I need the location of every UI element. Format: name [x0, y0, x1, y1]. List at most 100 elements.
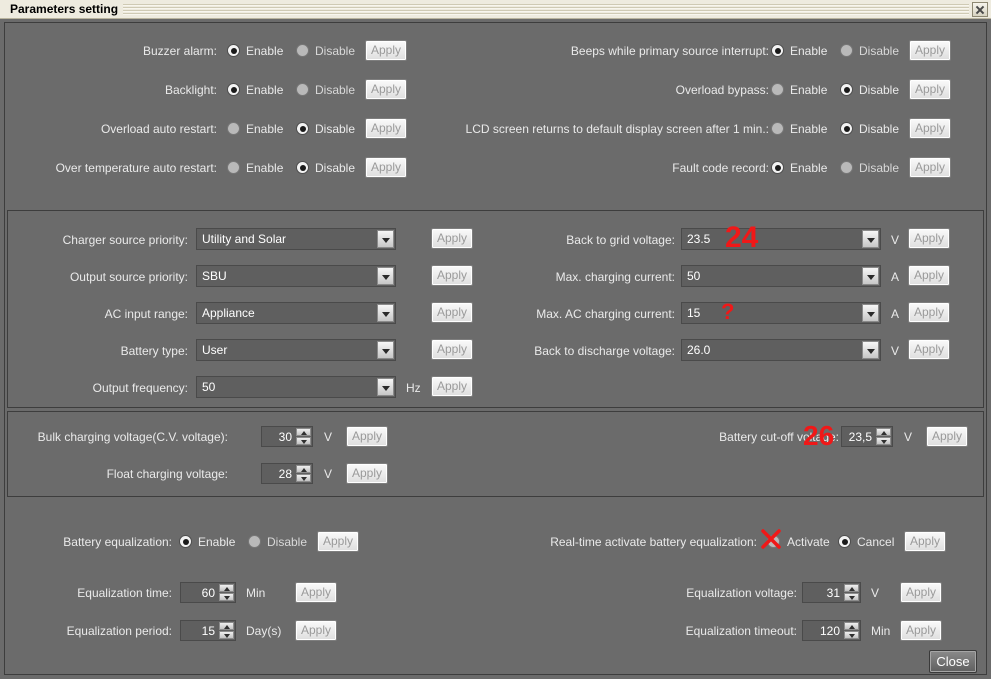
- back-to-discharge-voltage-combo[interactable]: 26.0: [681, 339, 881, 361]
- battery-cutoff-voltage-stepper[interactable]: 23,5: [841, 426, 893, 447]
- beeps-primary-source-enable-radio[interactable]: [771, 44, 784, 57]
- backlight-apply-button[interactable]: Apply: [365, 79, 407, 100]
- backlight-enable-radio[interactable]: [227, 83, 240, 96]
- ac-input-range-combo[interactable]: Appliance: [196, 302, 396, 324]
- overload-auto-restart-apply-button[interactable]: Apply: [365, 118, 407, 139]
- battery-cutoff-voltage-apply-button[interactable]: Apply: [926, 426, 968, 447]
- lcd-screen-return-enable-radio[interactable]: [771, 122, 784, 135]
- equalization-time-apply-button[interactable]: Apply: [295, 582, 337, 603]
- stepper-up-icon[interactable]: [219, 622, 234, 630]
- chevron-down-icon[interactable]: [377, 378, 394, 396]
- equalization-timeout-stepper[interactable]: 120: [802, 620, 861, 641]
- realtime-cancel-radio[interactable]: [838, 535, 851, 548]
- overload-bypass-enable-radio[interactable]: [771, 83, 784, 96]
- output-frequency-combo[interactable]: 50: [196, 376, 396, 398]
- over-temperature-auto-restart-label: Over temperature auto restart:: [17, 160, 217, 176]
- over-temperature-apply-button[interactable]: Apply: [365, 157, 407, 178]
- buzzer-alarm-label: Buzzer alarm:: [17, 43, 217, 59]
- battery-type-combo[interactable]: User: [196, 339, 396, 361]
- stepper-up-icon[interactable]: [844, 622, 859, 630]
- buzzer-alarm-disable-radio[interactable]: [296, 44, 309, 57]
- stepper-up-icon[interactable]: [876, 428, 891, 436]
- beeps-primary-source-label: Beeps while primary source interrupt:: [407, 43, 769, 59]
- beeps-primary-source-apply-button[interactable]: Apply: [909, 40, 951, 61]
- equalization-period-label: Equalization period:: [17, 623, 172, 639]
- lcd-screen-return-apply-button[interactable]: Apply: [909, 118, 951, 139]
- chevron-down-icon[interactable]: [862, 341, 879, 359]
- stepper-down-icon[interactable]: [844, 593, 859, 601]
- bulk-charging-voltage-stepper[interactable]: 30: [261, 426, 313, 447]
- back-to-grid-voltage-apply-button[interactable]: Apply: [908, 228, 950, 249]
- equalization-voltage-apply-button[interactable]: Apply: [900, 582, 942, 603]
- battery-equalization-apply-button[interactable]: Apply: [317, 531, 359, 552]
- over-temperature-disable-label: Disable: [315, 160, 355, 176]
- close-button[interactable]: Close: [929, 650, 977, 673]
- realtime-activate-radio[interactable]: [767, 535, 780, 548]
- chevron-down-icon[interactable]: [377, 304, 394, 322]
- stepper-down-icon[interactable]: [844, 631, 859, 639]
- stepper-arrows: [296, 465, 311, 482]
- stepper-up-icon[interactable]: [844, 584, 859, 592]
- back-to-discharge-voltage-unit: V: [891, 343, 899, 359]
- source-and-charging-panel: Charger source priority: Utility and Sol…: [7, 210, 984, 408]
- buzzer-alarm-enable-radio[interactable]: [227, 44, 240, 57]
- overload-auto-restart-enable-radio[interactable]: [227, 122, 240, 135]
- max-ac-charging-current-apply-button[interactable]: Apply: [908, 302, 950, 323]
- equalization-timeout-label: Equalization timeout:: [607, 623, 797, 639]
- max-ac-charging-current-combo[interactable]: 15: [681, 302, 881, 324]
- over-temperature-enable-radio[interactable]: [227, 161, 240, 174]
- overload-bypass-disable-radio[interactable]: [840, 83, 853, 96]
- backlight-disable-radio[interactable]: [296, 83, 309, 96]
- stepper-down-icon[interactable]: [296, 474, 311, 482]
- battery-equalization-enable-radio[interactable]: [179, 535, 192, 548]
- equalization-voltage-stepper[interactable]: 31: [802, 582, 861, 603]
- stepper-arrows: [844, 584, 859, 601]
- chevron-down-icon[interactable]: [862, 267, 879, 285]
- equalization-period-stepper[interactable]: 15: [180, 620, 236, 641]
- output-frequency-apply-button[interactable]: Apply: [431, 376, 473, 397]
- stepper-down-icon[interactable]: [876, 437, 891, 445]
- chevron-down-icon[interactable]: [377, 341, 394, 359]
- fault-code-record-disable-radio[interactable]: [840, 161, 853, 174]
- max-charging-current-apply-button[interactable]: Apply: [908, 265, 950, 286]
- equalization-period-apply-button[interactable]: Apply: [295, 620, 337, 641]
- stepper-up-icon[interactable]: [296, 428, 311, 436]
- chevron-down-icon[interactable]: [862, 304, 879, 322]
- back-to-discharge-voltage-apply-button[interactable]: Apply: [908, 339, 950, 360]
- float-charging-voltage-stepper[interactable]: 28: [261, 463, 313, 484]
- battery-cutoff-voltage-label: Battery cut-off voltage:: [608, 429, 839, 445]
- overload-bypass-enable-label: Enable: [790, 82, 827, 98]
- float-charging-voltage-apply-button[interactable]: Apply: [346, 463, 388, 484]
- chevron-down-icon[interactable]: [377, 230, 394, 248]
- buzzer-alarm-disable-label: Disable: [315, 43, 355, 59]
- beeps-primary-source-disable-radio[interactable]: [840, 44, 853, 57]
- close-icon[interactable]: [972, 2, 988, 17]
- overload-auto-restart-disable-radio[interactable]: [296, 122, 309, 135]
- bulk-charging-voltage-apply-button[interactable]: Apply: [346, 426, 388, 447]
- back-to-grid-voltage-combo[interactable]: 23.5: [681, 228, 881, 250]
- equalization-time-stepper[interactable]: 60: [180, 582, 236, 603]
- stepper-down-icon[interactable]: [219, 631, 234, 639]
- buzzer-alarm-apply-button[interactable]: Apply: [365, 40, 407, 61]
- battery-equalization-disable-radio[interactable]: [248, 535, 261, 548]
- lcd-screen-return-disable-radio[interactable]: [840, 122, 853, 135]
- stepper-up-icon[interactable]: [219, 584, 234, 592]
- stepper-down-icon[interactable]: [296, 437, 311, 445]
- chevron-down-icon[interactable]: [862, 230, 879, 248]
- max-ac-charging-current-value: 15: [687, 305, 700, 322]
- battery-equalization-panel: Battery equalization: Enable Disable App…: [7, 501, 984, 651]
- stepper-arrows: [219, 622, 234, 639]
- realtime-activate-apply-button[interactable]: Apply: [904, 531, 946, 552]
- charger-source-priority-combo[interactable]: Utility and Solar: [196, 228, 396, 250]
- equalization-timeout-apply-button[interactable]: Apply: [900, 620, 942, 641]
- stepper-down-icon[interactable]: [219, 593, 234, 601]
- stepper-up-icon[interactable]: [296, 465, 311, 473]
- over-temperature-disable-radio[interactable]: [296, 161, 309, 174]
- fault-code-record-enable-radio[interactable]: [771, 161, 784, 174]
- chevron-down-icon[interactable]: [377, 267, 394, 285]
- output-source-priority-combo[interactable]: SBU: [196, 265, 396, 287]
- overload-bypass-apply-button[interactable]: Apply: [909, 79, 951, 100]
- equalization-period-value: 15: [202, 623, 215, 639]
- max-charging-current-combo[interactable]: 50: [681, 265, 881, 287]
- fault-code-record-apply-button[interactable]: Apply: [909, 157, 951, 178]
